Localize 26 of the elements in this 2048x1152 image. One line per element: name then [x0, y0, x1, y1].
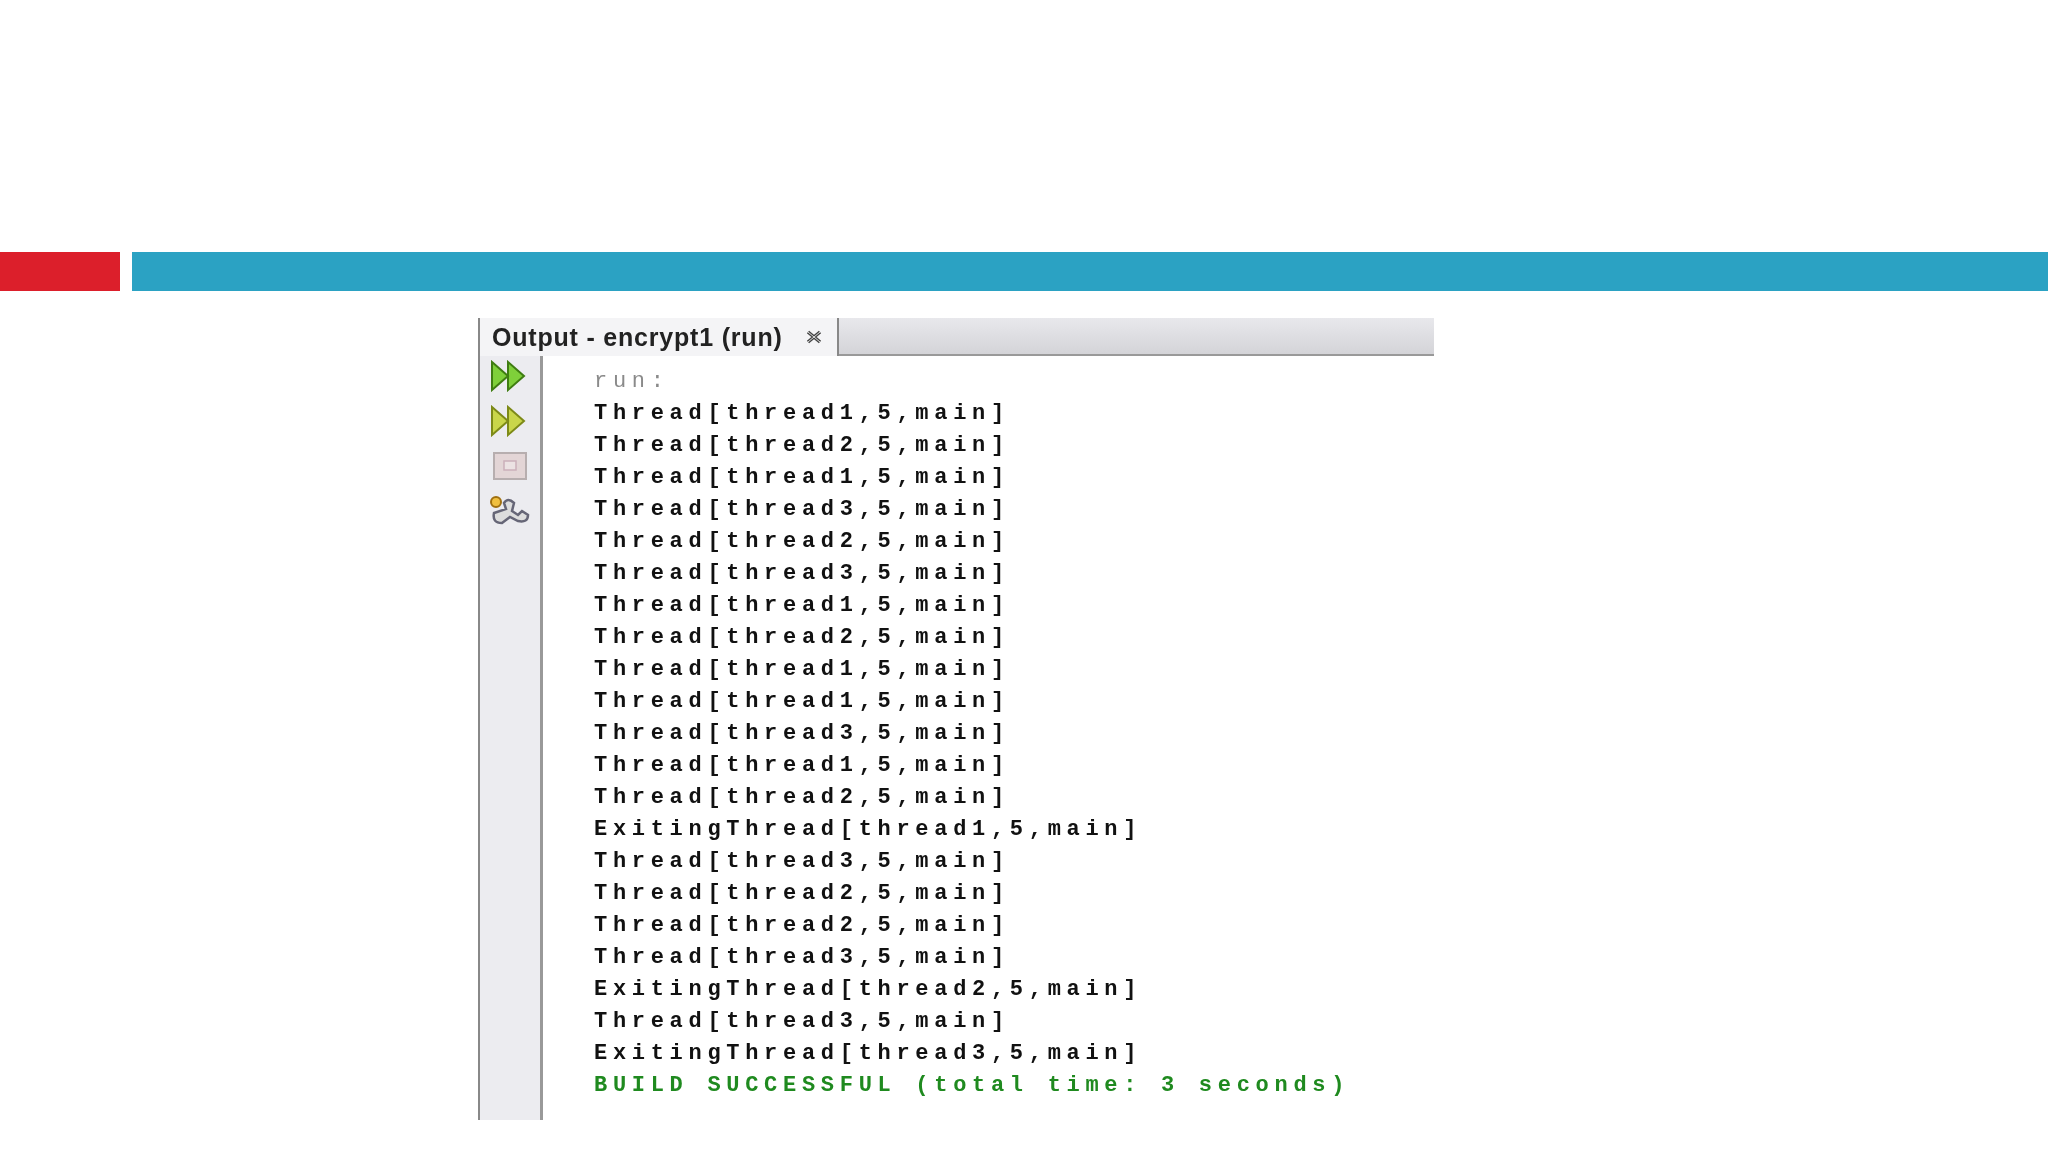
output-tab[interactable]: Output - encrypt1 (run)	[478, 318, 839, 356]
console-line: ExitingThread[thread2,5,main]	[594, 976, 1144, 1004]
console-line: Thread[thread2,5,main]	[594, 880, 1011, 908]
console-line: Thread[thread2,5,main]	[594, 624, 1011, 652]
console-line: Thread[thread3,5,main]	[594, 560, 1011, 588]
console-line: Thread[thread1,5,main]	[594, 464, 1011, 492]
close-icon[interactable]	[804, 329, 823, 345]
console-line: Thread[thread3,5,main]	[594, 944, 1011, 972]
console-line: Thread[thread1,5,main]	[594, 752, 1011, 780]
console-line: Thread[thread2,5,main]	[594, 432, 1011, 460]
console-line: Thread[thread2,5,main]	[594, 784, 1011, 812]
console-line: run:	[594, 368, 671, 396]
console-line: Thread[thread3,5,main]	[594, 496, 1011, 524]
console-line: ExitingThread[thread3,5,main]	[594, 1040, 1144, 1068]
wrench-icon[interactable]	[488, 495, 532, 527]
console-line: Thread[thread2,5,main]	[594, 912, 1011, 940]
console-line: Thread[thread3,5,main]	[594, 848, 1011, 876]
console-line: Thread[thread1,5,main]	[594, 592, 1011, 620]
console-line: Thread[thread1,5,main]	[594, 400, 1011, 428]
console-line: Thread[thread1,5,main]	[594, 688, 1011, 716]
console-line: Thread[thread3,5,main]	[594, 1008, 1011, 1036]
console-line: Thread[thread2,5,main]	[594, 528, 1011, 556]
console-line: Thread[thread1,5,main]	[594, 656, 1011, 684]
build-status-line: BUILD SUCCESSFUL (total time: 3 seconds)	[594, 1072, 1351, 1100]
console-line: Thread[thread3,5,main]	[594, 720, 1011, 748]
console-line: ExitingThread[thread1,5,main]	[594, 816, 1144, 844]
